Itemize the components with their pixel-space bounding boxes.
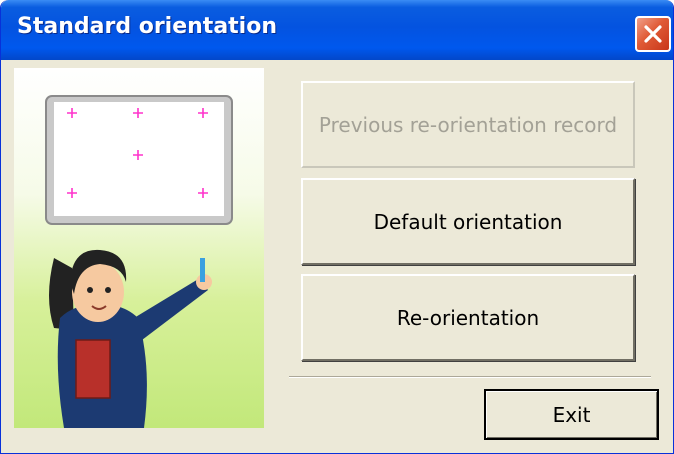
window-title: Standard orientation [17,14,278,39]
close-button[interactable] [635,16,671,52]
exit-button[interactable]: Exit [484,389,659,440]
separator-line [289,376,651,378]
re-orientation-button[interactable]: Re-orientation [301,274,635,361]
default-orientation-button[interactable]: Default orientation [301,178,635,265]
title-bar[interactable]: Standard orientation [1,0,673,60]
teacher-whiteboard-image [14,68,264,428]
calibration-illustration [14,68,264,428]
close-icon [644,25,662,43]
dialog-client-area: Previous re-orientation record Default o… [4,60,670,452]
previous-record-button[interactable]: Previous re-orientation record [301,81,635,168]
dialog-window: Standard orientation Previous re-orienta… [0,0,674,454]
